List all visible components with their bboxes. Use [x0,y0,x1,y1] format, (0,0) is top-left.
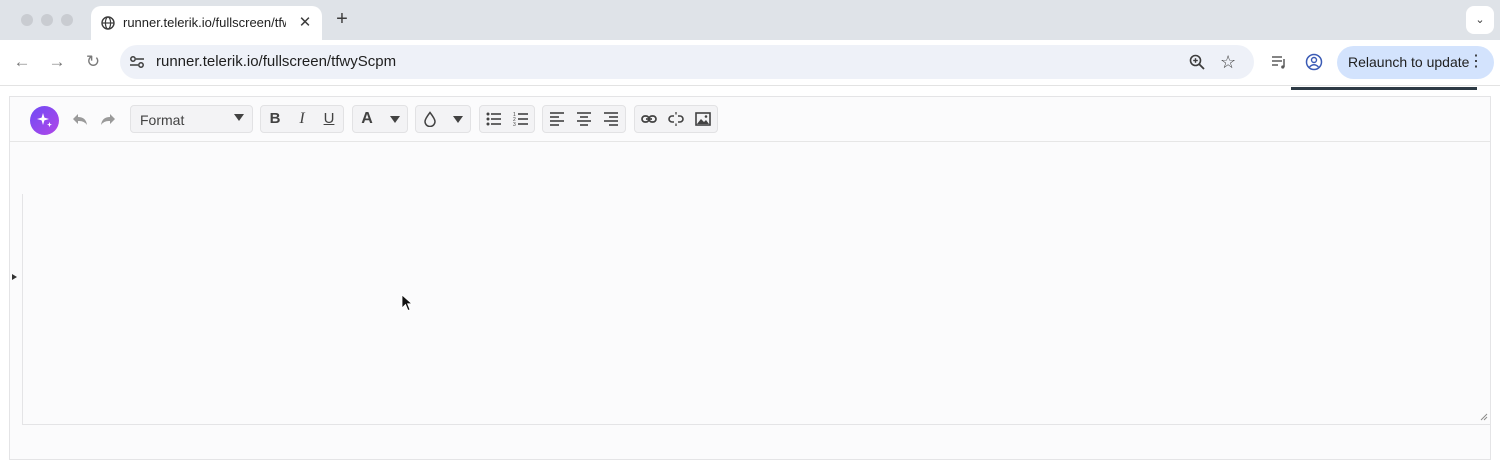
numbered-list-icon: 1 2 3 [513,112,528,127]
redo-button[interactable] [95,106,121,132]
browser-menu-icon[interactable]: ⋮ [1468,52,1484,72]
resize-handle-icon[interactable] [1480,413,1488,421]
chevron-down-icon [234,114,244,121]
image-icon [695,112,711,126]
unlink-icon [668,112,684,126]
profile-icon[interactable] [1305,53,1323,71]
numbered-list-button[interactable]: 1 2 3 [508,106,534,132]
bulleted-list-button[interactable] [481,106,507,132]
page-top-bar [1291,87,1477,90]
align-center-icon [577,112,591,126]
page-bottom-divider [9,459,1491,460]
alignment-group [542,105,626,133]
insert-group [634,105,718,133]
address-bar[interactable]: runner.telerik.io/fullscreen/tfwyScpm ☆ [120,45,1254,79]
mouse-cursor-icon [401,294,413,312]
align-left-button[interactable] [544,106,570,132]
text-style-group: B I U [260,105,344,133]
window-close-control[interactable] [21,14,33,26]
zoom-icon[interactable] [1188,53,1206,71]
background-color-picker[interactable] [415,105,471,133]
chevron-down-icon [453,116,463,123]
relaunch-to-update-button[interactable]: Relaunch to update ⋮ [1337,46,1494,79]
droplet-icon [424,111,436,127]
browser-toolbar: ← → ↻ runner.telerik.io/fullscreen/tfwyS… [0,40,1500,86]
format-dropdown[interactable]: Format [130,105,253,133]
align-center-button[interactable] [571,106,597,132]
redo-icon [101,114,115,125]
align-left-icon [550,112,564,126]
rich-text-editor: Format B I U A 1 2 3 [9,96,1491,460]
editor-toolbar: Format B I U A 1 2 3 [10,97,1490,142]
browser-tab-active[interactable]: runner.telerik.io/fullscreen/tfwyScpm ✕ [91,6,322,40]
ai-assistant-button[interactable] [30,106,59,135]
forward-button[interactable]: → [47,52,67,72]
window-maximize-control[interactable] [61,14,73,26]
media-controls-icon[interactable] [1270,53,1288,71]
bookmark-star-icon[interactable]: ☆ [1220,51,1236,73]
font-color-picker[interactable]: A [352,105,408,133]
align-right-icon [604,112,618,126]
svg-text:3: 3 [513,122,516,127]
font-color-button[interactable]: A [354,106,380,132]
chevron-down-icon [390,116,400,123]
new-tab-button[interactable]: + [332,9,352,29]
underline-button[interactable]: U [316,106,342,132]
reload-button[interactable]: ↻ [83,52,103,72]
bold-button[interactable]: B [262,106,288,132]
link-icon [641,115,657,123]
insert-image-button[interactable] [690,106,716,132]
undo-button[interactable] [67,106,93,132]
site-settings-icon[interactable] [128,53,146,71]
undo-icon [73,114,87,125]
relaunch-label: Relaunch to update [1348,54,1470,70]
format-dropdown-value: Format [140,112,185,128]
window-minimize-control[interactable] [41,14,53,26]
unlink-button[interactable] [663,106,689,132]
italic-button[interactable]: I [289,106,315,132]
tab-title: runner.telerik.io/fullscreen/tfwyScpm [123,15,286,30]
browser-tab-strip: runner.telerik.io/fullscreen/tfwyScpm ✕ … [0,0,1500,40]
url-text[interactable]: runner.telerik.io/fullscreen/tfwyScpm [156,53,396,71]
list-group: 1 2 3 [479,105,535,133]
editor-content-area[interactable] [22,194,1491,425]
back-button[interactable]: ← [12,52,32,72]
align-right-button[interactable] [598,106,624,132]
close-tab-icon[interactable]: ✕ [296,14,314,32]
expand-arrow-icon[interactable] [12,274,17,280]
background-color-button[interactable] [417,106,443,132]
tab-search-button[interactable]: ⌄ [1466,6,1494,34]
bulleted-list-icon [486,112,501,126]
sparkle-icon [37,113,52,128]
globe-icon [101,16,115,30]
insert-link-button[interactable] [636,106,662,132]
